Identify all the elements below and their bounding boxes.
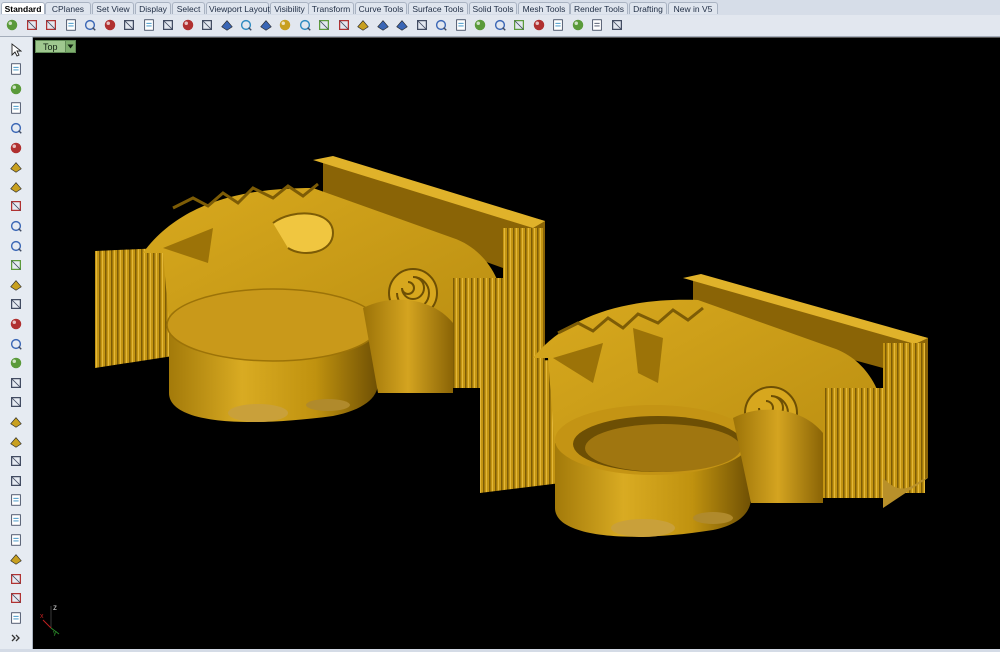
ellipse-icon[interactable] <box>7 159 25 176</box>
tab-curve-tools[interactable]: Curve Tools <box>355 2 407 14</box>
tab-viewport-layout[interactable]: Viewport Layout <box>206 2 270 14</box>
loft-icon[interactable] <box>7 296 25 313</box>
polyline-icon[interactable] <box>7 80 25 97</box>
tab-drafting[interactable]: Drafting <box>629 2 667 14</box>
tab-mesh-tools[interactable]: Mesh Tools <box>518 2 570 14</box>
tab-transform[interactable]: Transform <box>308 2 354 14</box>
paste-icon[interactable] <box>141 17 157 33</box>
select-pointer-icon[interactable] <box>7 41 25 58</box>
right-capital-model <box>480 274 928 537</box>
sphere-icon[interactable] <box>7 335 25 352</box>
tab-standard[interactable]: Standard <box>1 2 45 14</box>
four-viewports-icon[interactable] <box>316 17 332 33</box>
tab-select[interactable]: Select <box>172 2 205 14</box>
more-icon[interactable] <box>7 629 25 646</box>
hide-objects-icon[interactable] <box>375 17 391 33</box>
freeform-curve-icon[interactable] <box>7 257 25 274</box>
show-objects-icon[interactable] <box>394 17 410 33</box>
split-icon[interactable] <box>7 492 25 509</box>
top-viewport[interactable]: Top z x y <box>33 37 1000 650</box>
properties-icon[interactable] <box>589 17 605 33</box>
help-icon[interactable] <box>609 17 625 33</box>
trim-icon[interactable] <box>7 472 25 489</box>
axis-x-label: x <box>40 613 44 620</box>
arc-icon[interactable] <box>7 139 25 156</box>
cylinder-icon[interactable] <box>7 355 25 372</box>
tab-visibility[interactable]: Visibility <box>270 2 309 14</box>
tab-set-view[interactable]: Set View <box>92 2 134 14</box>
options-icon[interactable] <box>355 17 371 33</box>
viewport-name[interactable]: Top <box>35 40 66 53</box>
world-axis-icon: z x y <box>40 603 60 636</box>
tab-surface-tools[interactable]: Surface Tools <box>408 2 468 14</box>
zoom-dynamic-icon[interactable] <box>219 17 235 33</box>
transform-icon[interactable] <box>7 590 25 607</box>
layer-icon[interactable] <box>453 17 469 33</box>
material-icon[interactable] <box>472 17 488 33</box>
point-icon[interactable] <box>7 61 25 78</box>
model-render <box>95 156 928 537</box>
left-capital-model <box>95 156 545 423</box>
rectangle-icon[interactable] <box>7 198 25 215</box>
render-preview-icon[interactable] <box>511 17 527 33</box>
circle-icon[interactable] <box>7 119 25 136</box>
tab-display[interactable]: Display <box>135 2 171 14</box>
solid-icon[interactable] <box>7 609 25 626</box>
grid-snap-icon[interactable] <box>336 17 352 33</box>
toolbar-tab-strip: Standard CPlanes Set View Display Select View… <box>0 0 1000 16</box>
box-icon[interactable] <box>7 315 25 332</box>
curve-icon[interactable] <box>7 100 25 117</box>
copy-icon[interactable] <box>121 17 137 33</box>
new-file-icon[interactable] <box>4 17 20 33</box>
left-sidebar-toolbar <box>0 37 33 652</box>
axis-z-label: z <box>53 603 57 612</box>
unlock-icon[interactable] <box>433 17 449 33</box>
extrude-icon[interactable] <box>7 276 25 293</box>
shade-icon[interactable] <box>550 17 566 33</box>
zoom-extents-icon[interactable] <box>258 17 274 33</box>
viewport-menu-arrow-icon[interactable] <box>65 40 76 53</box>
import-icon[interactable] <box>82 17 98 33</box>
fillet-icon[interactable] <box>7 217 25 234</box>
tab-solid-tools[interactable]: Solid Tools <box>469 2 517 14</box>
undo-icon[interactable] <box>160 17 176 33</box>
rendered-icon[interactable] <box>570 17 586 33</box>
save-file-icon[interactable] <box>43 17 59 33</box>
tab-render-tools[interactable]: Render Tools <box>570 2 628 14</box>
zoom-selected-icon[interactable] <box>277 17 293 33</box>
render-icon[interactable] <box>492 17 508 33</box>
group-icon[interactable] <box>7 511 25 528</box>
zoom-window-icon[interactable] <box>238 17 254 33</box>
explode-icon[interactable] <box>7 433 25 450</box>
cone-icon[interactable] <box>7 374 25 391</box>
tab-new-in-v5[interactable]: New in V5 <box>668 2 718 14</box>
main-toolbar <box>0 15 1000 37</box>
open-file-icon[interactable] <box>24 17 40 33</box>
mesh-icon[interactable] <box>7 394 25 411</box>
rotate-view-icon[interactable] <box>297 17 313 33</box>
offset-icon[interactable] <box>7 237 25 254</box>
join-icon[interactable] <box>7 453 25 470</box>
dimension-icon[interactable] <box>7 570 25 587</box>
boolean-icon[interactable] <box>7 413 25 430</box>
print-icon[interactable] <box>63 17 79 33</box>
axis-y-label: y <box>53 630 57 636</box>
analyze-icon[interactable] <box>7 551 25 568</box>
sun-icon[interactable] <box>531 17 547 33</box>
tab-cplanes[interactable]: CPlanes <box>45 2 91 14</box>
move-icon[interactable] <box>199 17 215 33</box>
lock-icon[interactable] <box>414 17 430 33</box>
array-icon[interactable] <box>7 531 25 548</box>
cut-icon[interactable] <box>102 17 118 33</box>
polygon-icon[interactable] <box>7 178 25 195</box>
pan-icon[interactable] <box>180 17 196 33</box>
viewport-title[interactable]: Top <box>35 40 76 53</box>
